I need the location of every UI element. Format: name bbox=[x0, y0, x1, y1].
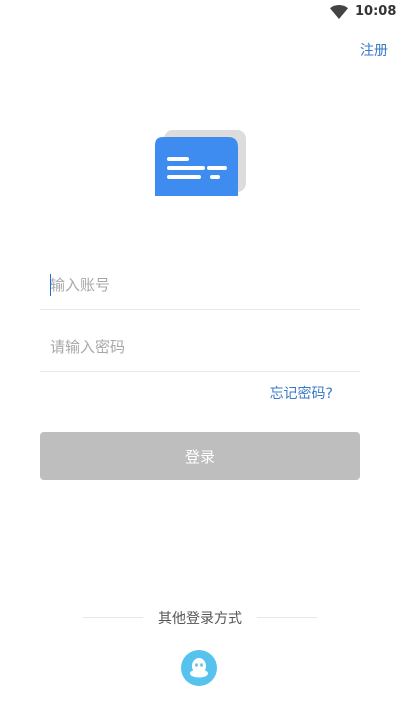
status-bar: 10:08 bbox=[0, 0, 400, 24]
qq-login-button[interactable] bbox=[181, 650, 217, 686]
status-clock: 10:08 bbox=[355, 4, 397, 19]
password-field[interactable] bbox=[40, 322, 360, 372]
password-input[interactable] bbox=[50, 334, 350, 360]
account-input[interactable] bbox=[50, 272, 350, 298]
other-login-label: 其他登录方式 bbox=[158, 611, 242, 627]
text-caret bbox=[50, 274, 51, 296]
divider-right bbox=[257, 617, 317, 618]
app-logo-icon bbox=[155, 130, 246, 196]
forgot-password-link[interactable]: 忘记密码? bbox=[270, 383, 333, 403]
account-field[interactable] bbox=[40, 260, 360, 310]
wifi-icon bbox=[330, 5, 348, 19]
login-button[interactable]: 登录 bbox=[40, 432, 360, 480]
register-link[interactable]: 注册 bbox=[360, 40, 388, 60]
qq-icon bbox=[190, 658, 208, 678]
